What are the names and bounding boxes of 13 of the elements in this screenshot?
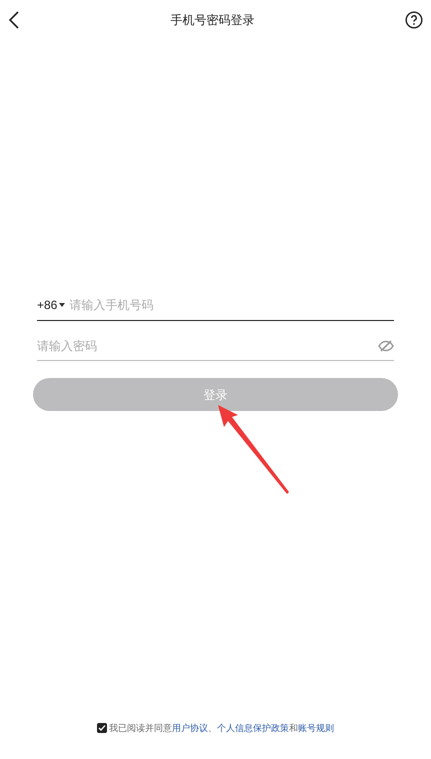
page-title: 手机号密码登录: [170, 12, 254, 29]
eye-off-icon[interactable]: [378, 340, 394, 352]
help-icon[interactable]: [405, 11, 423, 29]
country-code-selector[interactable]: +86: [37, 296, 66, 314]
agreement-link[interactable]: 个人信息保护政策: [217, 722, 289, 732]
agreement-link[interactable]: 账号规则: [298, 722, 334, 732]
back-icon[interactable]: [8, 11, 20, 29]
agreement-link[interactable]: 用户协议: [172, 722, 208, 732]
phone-input[interactable]: 请输入手机号码: [69, 296, 394, 314]
agreement-checkbox[interactable]: [97, 723, 107, 734]
caret-icon: [59, 302, 66, 306]
agreement-text: 我已阅读并同意用户协议、个人信息保护政策和账号规则: [109, 722, 334, 734]
password-input[interactable]: 请输入密码: [37, 336, 378, 354]
